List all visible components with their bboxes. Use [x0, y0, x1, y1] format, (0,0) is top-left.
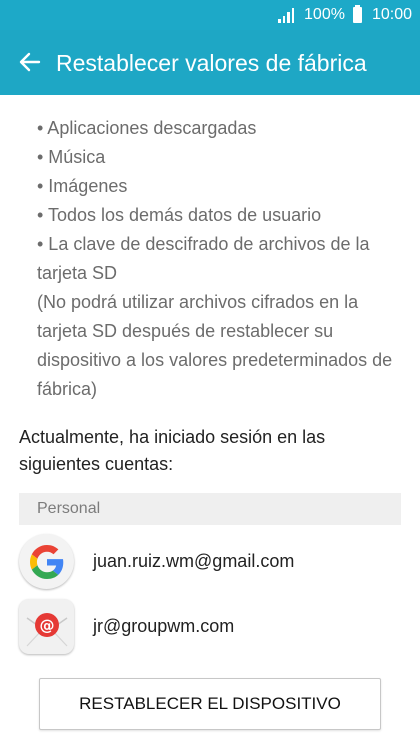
sd-card-note: (No podrá utilizar archivos cifrados en … [37, 292, 393, 399]
account-row-email[interactable]: @ jr@groupwm.com [19, 594, 401, 658]
list-item: • Imágenes [37, 176, 128, 196]
list-item: • Todos los demás datos de usuario [37, 205, 322, 225]
page-title: Restablecer valores de fábrica [56, 50, 367, 76]
app-bar: Restablecer valores de fábrica [0, 30, 420, 95]
account-row-google[interactable]: juan.ruiz.wm@gmail.com [19, 529, 401, 593]
account-email: juan.ruiz.wm@gmail.com [93, 551, 295, 571]
battery-icon [352, 5, 362, 23]
status-bar: 100% 10:00 [0, 0, 420, 30]
clock-time: 10:00 [371, 6, 412, 23]
svg-text:@: @ [39, 616, 54, 634]
google-icon [19, 534, 74, 589]
back-arrow-icon [19, 52, 41, 72]
accounts-intro: Actualmente, ha iniciado sesión en las s… [19, 427, 326, 474]
list-item: • Aplicaciones descargadas [37, 118, 257, 138]
back-button[interactable] [10, 42, 50, 82]
email-app-icon: @ [19, 599, 74, 654]
account-email: jr@groupwm.com [93, 616, 235, 636]
reset-device-button[interactable]: RESTABLECER EL DISPOSITIVO [39, 678, 381, 730]
erased-data-list: • Aplicaciones descargadas • Música • Im… [37, 114, 387, 288]
list-item: • La clave de descifrado de archivos de … [37, 234, 370, 283]
battery-percentage: 100% [304, 6, 345, 23]
list-item: • Música [37, 147, 106, 167]
accounts-section-header: Personal [19, 493, 401, 525]
signal-strength-icon [278, 7, 295, 23]
status-indicators: 100% 10:00 [278, 0, 412, 30]
